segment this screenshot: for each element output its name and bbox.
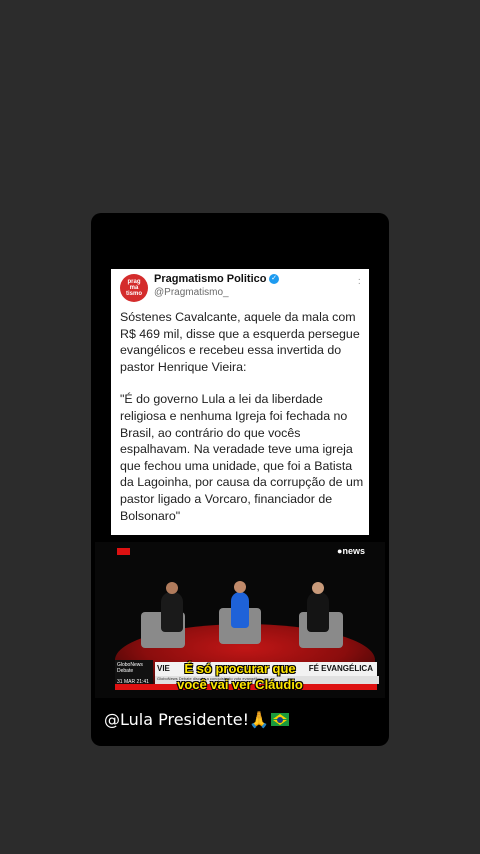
host xyxy=(231,592,249,628)
network-logo: ●news xyxy=(337,546,365,556)
tweet-text: Sóstenes Cavalcante, aquele da mala com … xyxy=(120,309,366,540)
story-caption: @Lula Presidente!🙏 xyxy=(104,710,289,729)
verified-badge-icon: ✓ xyxy=(269,274,279,284)
right-guest-head xyxy=(312,582,324,594)
more-options-icon: · · xyxy=(357,274,361,289)
tweet-quote: "É do governo Lula a lei da liberdade re… xyxy=(120,392,364,523)
video-frame[interactable]: ●news GloboNews Debate 31 MAR 21:41 VIE … xyxy=(95,542,385,698)
story-card[interactable]: prag ma tismo Pragmatismo Politico ✓ @Pr… xyxy=(91,213,389,746)
story-caption-text: @Lula Presidente!🙏 xyxy=(104,710,269,729)
account-avatar: prag ma tismo xyxy=(120,274,148,302)
brazil-flag-icon xyxy=(270,713,289,726)
left-guest-head xyxy=(166,582,178,594)
video-subtitle-line2: você vai ver Cláudio xyxy=(177,677,303,692)
live-tag xyxy=(117,548,130,555)
host-head xyxy=(234,581,246,593)
left-guest xyxy=(161,592,183,632)
tweet-screenshot: prag ma tismo Pragmatismo Politico ✓ @Pr… xyxy=(111,269,369,535)
tweet-paragraph: Sóstenes Cavalcante, aquele da mala com … xyxy=(120,310,360,374)
right-guest xyxy=(307,592,329,632)
video-subtitle-line1: É só procurar que xyxy=(184,661,296,676)
account-name: Pragmatismo Politico xyxy=(154,273,267,285)
account-handle: @Pragmatismo_ xyxy=(154,287,229,298)
